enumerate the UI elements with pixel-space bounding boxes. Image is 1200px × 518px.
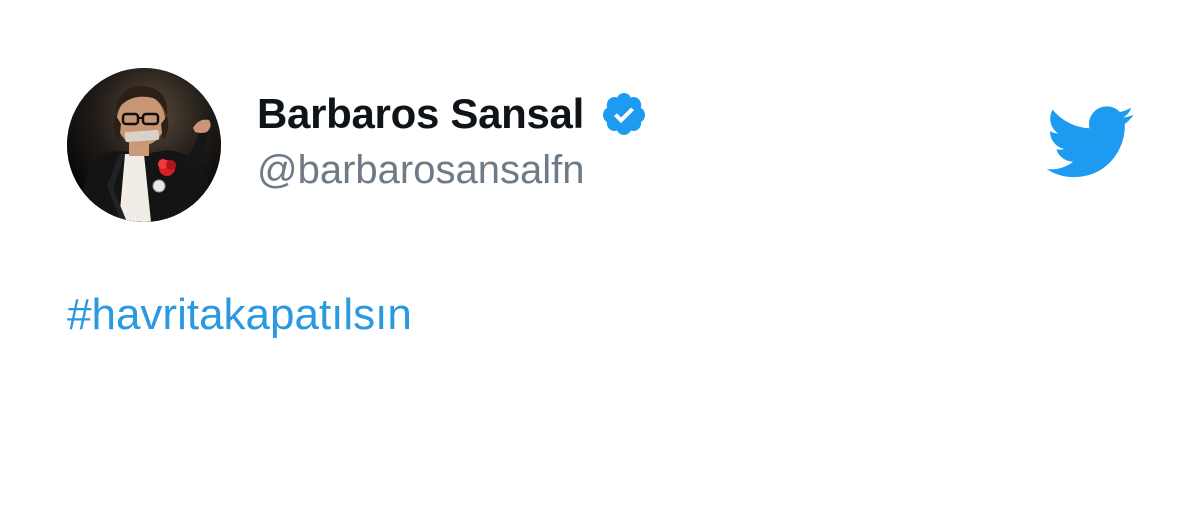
tweet-text: #havritakapatılsın — [67, 290, 412, 340]
twitter-bird-icon[interactable] — [1043, 105, 1135, 183]
author-display-name[interactable]: Barbaros Sansal — [257, 90, 584, 138]
author-handle[interactable]: @barbarosansalfn — [257, 148, 648, 193]
tweet-card: Barbaros Sansal @barbarosansalfn #havrit… — [0, 0, 1200, 518]
avatar-photo — [67, 68, 221, 222]
name-row: Barbaros Sansal — [257, 86, 648, 142]
verified-badge-icon — [600, 90, 648, 138]
avatar[interactable] — [67, 68, 221, 222]
hashtag-link[interactable]: #havritakapatılsın — [67, 290, 412, 339]
author-info: Barbaros Sansal @barbarosansalfn — [257, 86, 648, 193]
